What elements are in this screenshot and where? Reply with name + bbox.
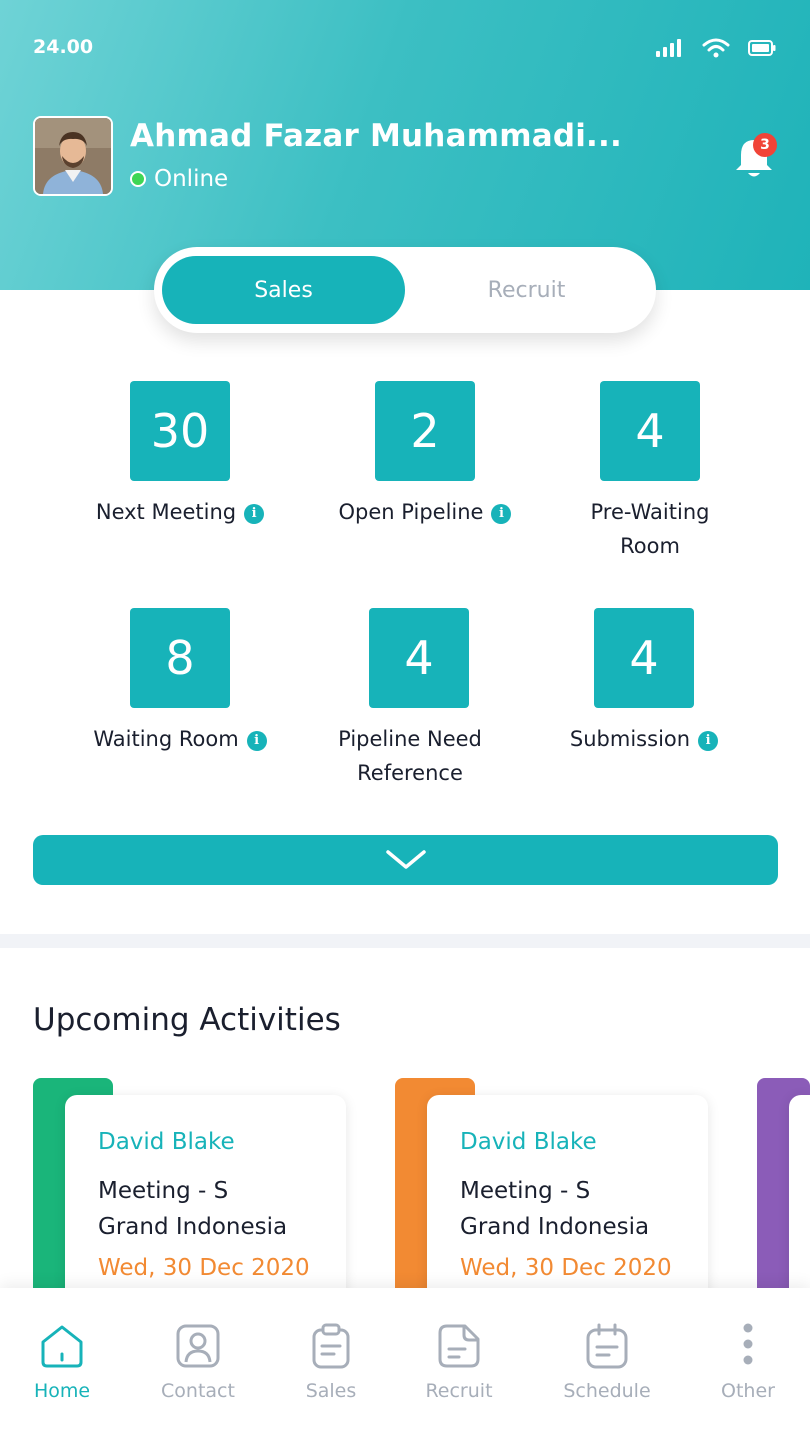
nav-schedule[interactable]: Schedule bbox=[547, 1288, 667, 1440]
tab-recruit[interactable]: Recruit bbox=[405, 256, 648, 324]
info-icon[interactable]: i bbox=[491, 504, 512, 524]
stat-pipeline-need-reference[interactable]: 4 Pipeline Need Reference bbox=[299, 608, 539, 790]
avatar-photo bbox=[35, 118, 111, 194]
activity-title: Meeting - S bbox=[460, 1178, 591, 1204]
status-time: 24.00 bbox=[33, 36, 94, 58]
info-icon[interactable]: i bbox=[698, 731, 719, 751]
stat-label: Waiting Room bbox=[93, 727, 239, 751]
section-divider bbox=[0, 934, 810, 948]
activity-location: Grand Indonesia bbox=[460, 1214, 650, 1240]
stat-submission[interactable]: 4 Submission i bbox=[524, 608, 764, 756]
stat-label-wrap: Pre-Waiting Room bbox=[530, 495, 770, 563]
section-title: Upcoming Activities bbox=[33, 1002, 341, 1038]
expand-button[interactable] bbox=[33, 835, 778, 885]
nav-label: Home bbox=[33, 1380, 91, 1402]
stat-label-line2: Room bbox=[620, 534, 680, 558]
status-icons bbox=[656, 38, 776, 58]
tab-sales[interactable]: Sales bbox=[162, 256, 405, 324]
calendar-icon bbox=[586, 1323, 628, 1369]
stat-label-wrap: Submission i bbox=[524, 722, 764, 756]
bottom-nav: Home Contact Sales Recruit Schedule Othe… bbox=[0, 1288, 810, 1440]
notification-badge: 3 bbox=[753, 133, 777, 157]
activity-date: Wed, 30 Dec 2020 bbox=[98, 1255, 310, 1281]
online-dot-icon bbox=[130, 171, 146, 187]
stat-label-wrap: Open Pipeline i bbox=[305, 495, 545, 529]
segment-toggle: Sales Recruit bbox=[154, 247, 656, 333]
nav-label: Other bbox=[721, 1380, 775, 1402]
stat-value: 4 bbox=[600, 381, 700, 481]
wifi-icon bbox=[702, 38, 730, 58]
activity-date: Wed, 30 Dec 2020 bbox=[460, 1255, 672, 1281]
activity-description: Meeting - S Grand Indonesia bbox=[460, 1173, 700, 1245]
activity-contact-name: David Blake bbox=[98, 1129, 235, 1155]
stat-label-wrap: Waiting Room i bbox=[60, 722, 300, 756]
stat-label-wrap: Pipeline Need Reference bbox=[281, 722, 539, 790]
activity-contact-name: David Blake bbox=[460, 1129, 597, 1155]
stat-label-line1: Pre-Waiting bbox=[590, 500, 710, 524]
nav-recruit[interactable]: Recruit bbox=[399, 1288, 519, 1440]
nav-label: Sales bbox=[305, 1380, 357, 1402]
contact-icon bbox=[176, 1324, 220, 1368]
stat-label-wrap: Next Meeting i bbox=[60, 495, 300, 529]
presence-status: Online bbox=[130, 166, 228, 192]
nav-home[interactable]: Home bbox=[2, 1288, 122, 1440]
nav-sales[interactable]: Sales bbox=[271, 1288, 391, 1440]
chevron-down-icon bbox=[385, 850, 426, 869]
stat-value: 4 bbox=[594, 608, 694, 708]
nav-label: Contact bbox=[161, 1380, 235, 1402]
more-vertical-icon bbox=[743, 1323, 753, 1365]
nav-contact[interactable]: Contact bbox=[138, 1288, 258, 1440]
stat-waiting-room[interactable]: 8 Waiting Room i bbox=[60, 608, 300, 756]
stat-label: Open Pipeline bbox=[338, 500, 484, 524]
stat-open-pipeline[interactable]: 2 Open Pipeline i bbox=[305, 381, 545, 529]
stat-next-meeting[interactable]: 30 Next Meeting i bbox=[60, 381, 300, 529]
stat-label-line1: Pipeline Need bbox=[338, 727, 482, 751]
signal-icon bbox=[656, 39, 681, 57]
stat-value: 30 bbox=[130, 381, 230, 481]
nav-label: Recruit bbox=[425, 1380, 493, 1402]
stat-pre-waiting-room[interactable]: 4 Pre-Waiting Room bbox=[530, 381, 770, 563]
nav-other[interactable]: Other bbox=[688, 1288, 808, 1440]
nav-label: Schedule bbox=[563, 1380, 651, 1402]
stat-label: Next Meeting bbox=[95, 500, 237, 524]
info-icon[interactable]: i bbox=[244, 504, 265, 524]
home-icon bbox=[41, 1325, 83, 1368]
document-icon bbox=[438, 1324, 480, 1368]
user-name: Ahmad Fazar Muhammadi... bbox=[130, 118, 622, 154]
clipboard-icon bbox=[312, 1323, 350, 1369]
avatar[interactable] bbox=[33, 116, 113, 196]
presence-label: Online bbox=[154, 166, 229, 192]
activity-location: Grand Indonesia bbox=[98, 1214, 288, 1240]
stat-label: Submission bbox=[569, 727, 691, 751]
stat-value: 2 bbox=[375, 381, 475, 481]
stat-label-line2: Reference bbox=[357, 761, 463, 785]
stat-value: 4 bbox=[369, 608, 469, 708]
battery-icon bbox=[748, 40, 776, 56]
stat-value: 8 bbox=[130, 608, 230, 708]
activity-title: Meeting - S bbox=[98, 1178, 229, 1204]
activity-description: Meeting - S Grand Indonesia bbox=[98, 1173, 338, 1245]
info-icon[interactable]: i bbox=[246, 731, 267, 751]
